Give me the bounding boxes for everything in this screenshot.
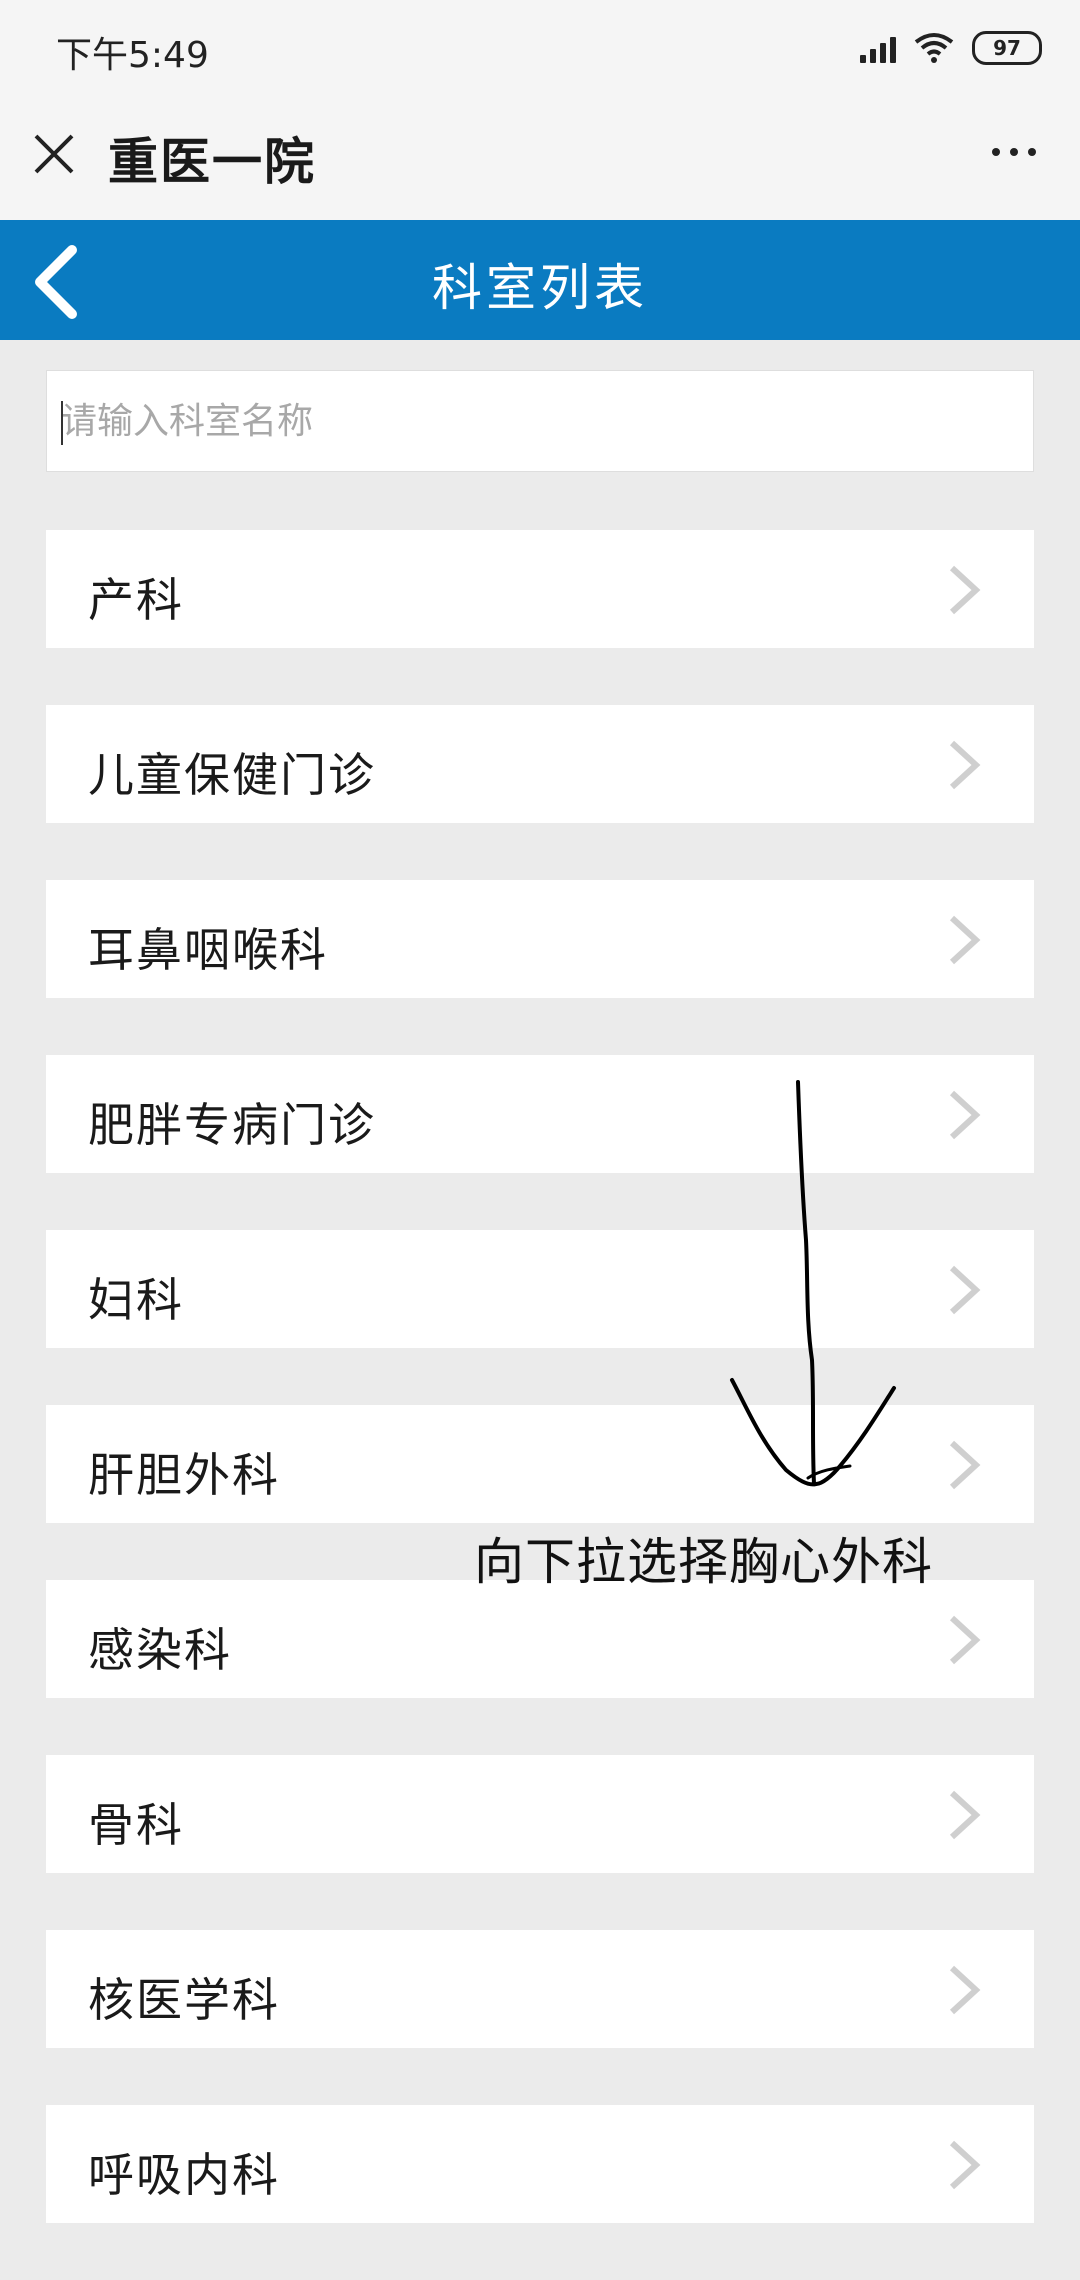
- department-label: 儿童保健门诊: [88, 748, 376, 802]
- chevron-right-icon: [949, 740, 981, 790]
- chevron-right-icon: [949, 1265, 981, 1315]
- chevron-right-icon: [949, 2140, 981, 2190]
- chevron-right-icon: [949, 565, 981, 615]
- search-box: [46, 370, 1034, 472]
- department-item[interactable]: 核医学科: [46, 1930, 1034, 2048]
- close-icon[interactable]: [32, 132, 76, 176]
- search-input[interactable]: [47, 371, 1033, 471]
- chevron-right-icon: [949, 1615, 981, 1665]
- department-item[interactable]: 肝胆外科: [46, 1405, 1034, 1523]
- department-item[interactable]: 骨科: [46, 1755, 1034, 1873]
- header-bar: 科室列表: [0, 220, 1080, 340]
- chevron-right-icon: [949, 1790, 981, 1840]
- department-label: 骨科: [88, 1798, 184, 1852]
- department-label: 妇科: [88, 1273, 184, 1327]
- more-icon[interactable]: [992, 148, 1036, 156]
- wifi-icon: [914, 33, 954, 63]
- department-list: 产科儿童保健门诊 耳鼻咽喉科肥胖专病门诊 妇科肝胆外科感染科骨科核医学科呼吸内科: [46, 530, 1034, 2280]
- department-label: 肝胆外科: [88, 1448, 280, 1502]
- department-item[interactable]: 肥胖专病门诊: [46, 1055, 1034, 1173]
- department-item[interactable]: 耳鼻咽喉科: [46, 880, 1034, 998]
- department-item[interactable]: 呼吸内科: [46, 2105, 1034, 2223]
- status-icons: 97: [860, 28, 1042, 68]
- department-label: 核医学科: [88, 1973, 280, 2027]
- chevron-right-icon: [949, 1965, 981, 2015]
- chevron-right-icon: [949, 915, 981, 965]
- battery-icon: 97: [972, 31, 1042, 65]
- chevron-right-icon: [949, 1090, 981, 1140]
- department-item[interactable]: 妇科: [46, 1230, 1034, 1348]
- department-item[interactable]: 产科: [46, 530, 1034, 648]
- text-caret: [61, 401, 63, 445]
- chevron-right-icon: [949, 1440, 981, 1490]
- app-title: 重医一院: [108, 133, 316, 191]
- status-time: 下午5:49: [56, 35, 209, 76]
- department-label: 产科: [88, 573, 184, 627]
- department-item[interactable]: 感染科: [46, 1580, 1034, 1698]
- department-label: 耳鼻咽喉科: [88, 923, 328, 977]
- department-label: 感染科: [88, 1623, 232, 1677]
- signal-icon: [860, 33, 896, 63]
- page-title: 科室列表: [432, 259, 648, 317]
- department-label: 肥胖专病门诊: [88, 1098, 376, 1152]
- status-bar: 下午5:49 97: [0, 0, 1080, 100]
- department-label: 呼吸内科: [88, 2148, 280, 2202]
- department-item[interactable]: 儿童保健门诊: [46, 705, 1034, 823]
- title-bar: 重医一院: [0, 100, 1080, 220]
